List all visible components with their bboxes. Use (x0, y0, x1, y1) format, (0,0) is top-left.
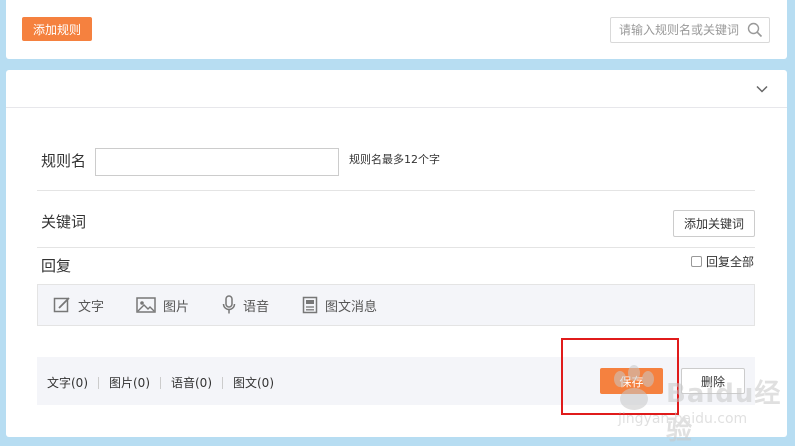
reply-all-checkbox[interactable]: 回复全部 (691, 253, 754, 270)
separator (160, 376, 161, 389)
tool-label: 语音 (243, 299, 270, 315)
microphone-icon (222, 295, 236, 314)
edit-icon (53, 297, 70, 313)
reply-all-label: 回复全部 (706, 255, 755, 269)
card-header (6, 70, 787, 108)
separator (98, 376, 99, 389)
reply-counts: 文字(0) 图片(0) 语音(0) 图文(0) (47, 374, 274, 391)
count-image: 图片(0) (109, 376, 150, 390)
divider (37, 247, 755, 248)
image-icon (136, 297, 156, 313)
count-voice: 语音(0) (171, 376, 212, 390)
news-icon (302, 296, 318, 314)
divider (37, 190, 755, 191)
reply-label: 回复 (41, 257, 72, 275)
tool-label: 文字 (78, 299, 105, 315)
rule-name-hint: 规则名最多12个字 (349, 153, 440, 166)
add-rule-button[interactable]: 添加规则 (22, 17, 92, 41)
tool-label: 图文消息 (325, 299, 378, 315)
keyword-label: 关键词 (41, 213, 87, 231)
search-input[interactable] (619, 22, 743, 38)
search-box[interactable] (610, 17, 770, 43)
highlight-annotation (561, 338, 679, 415)
tool-news[interactable]: 图文消息 (302, 285, 377, 325)
reply-type-toolbar: 文字 图片 语音 图文消息 (37, 284, 755, 326)
add-keyword-button[interactable]: 添加关键词 (673, 210, 755, 237)
count-news: 图文(0) (233, 376, 274, 390)
rule-name-input[interactable] (95, 148, 339, 176)
top-bar: 添加规则 (6, 0, 787, 59)
tool-image[interactable]: 图片 (136, 285, 189, 325)
tool-text[interactable]: 文字 (53, 285, 104, 325)
count-text: 文字(0) (47, 376, 88, 390)
tool-label: 图片 (163, 299, 190, 315)
chevron-down-icon[interactable] (755, 82, 769, 96)
separator (222, 376, 223, 389)
rule-name-label: 规则名 (41, 152, 87, 170)
delete-button[interactable]: 删除 (681, 368, 745, 394)
checkbox-icon[interactable] (691, 256, 702, 267)
tool-voice[interactable]: 语音 (222, 285, 269, 325)
search-icon[interactable] (747, 22, 763, 38)
